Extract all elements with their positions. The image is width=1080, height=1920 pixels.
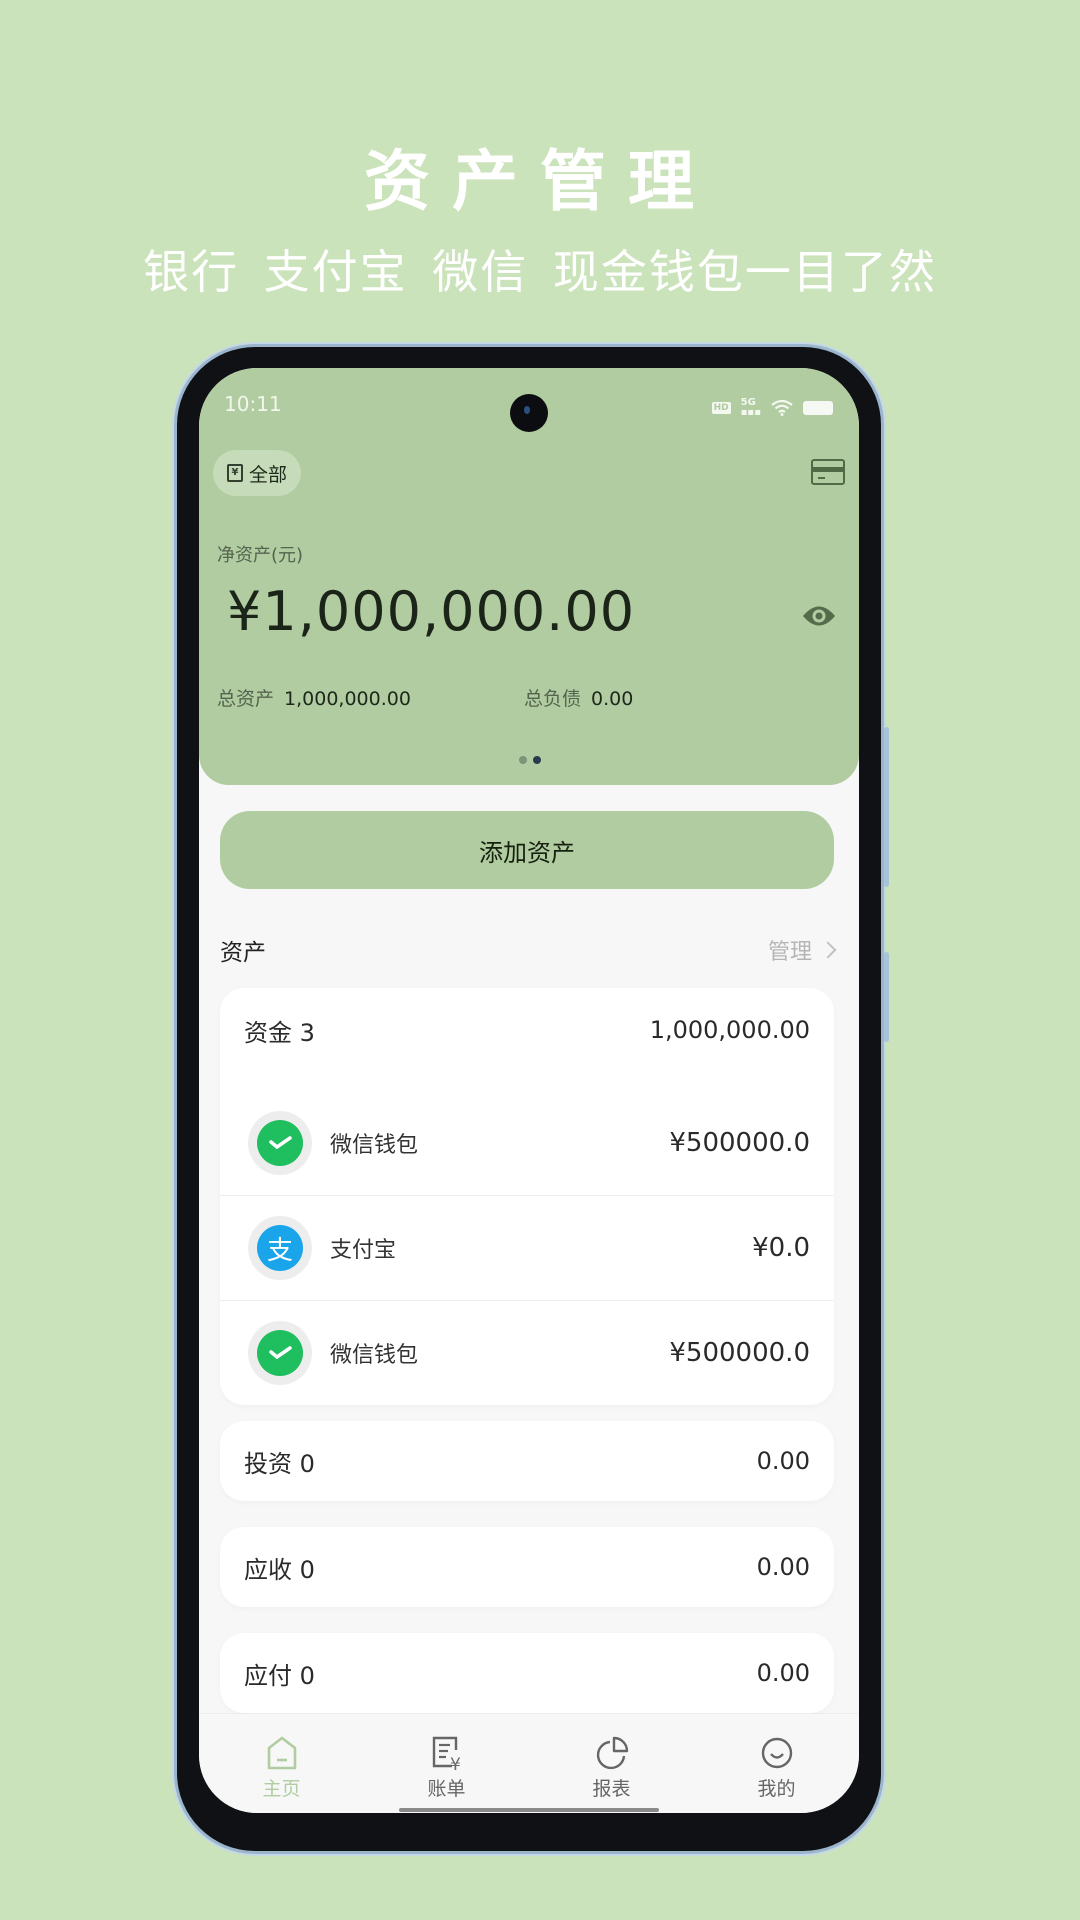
- wechat-icon: [248, 1321, 312, 1385]
- wallet-icon: ¥: [227, 464, 243, 482]
- promo-title: 资产管理: [364, 143, 716, 220]
- group-total: 0.00: [756, 1447, 810, 1475]
- asset-summary: 总资产 1,000,000.00 总负债 0.00: [217, 684, 633, 711]
- account-name: 支付宝: [330, 1238, 397, 1263]
- manage-link[interactable]: 管理: [767, 934, 837, 966]
- tab-reports[interactable]: 报表: [529, 1714, 694, 1813]
- wechat-icon: [248, 1110, 312, 1175]
- group-name: 应付 0: [244, 1661, 315, 1690]
- total-assets-value: 1,000,000.00: [284, 688, 411, 710]
- assets-section-header: 资产 管理: [220, 933, 837, 967]
- chevron-right-icon: [819, 941, 837, 959]
- phone-frame: 10:11 HD 5G ▪▪▪ ¥ 全部 净资产(元) ¥1,000,000.0…: [177, 347, 889, 1851]
- credit-card-icon[interactable]: [811, 459, 845, 485]
- smiley-icon: [761, 1737, 792, 1769]
- account-name: 微信钱包: [330, 1343, 419, 1368]
- account-amount: ¥0.0: [752, 1233, 810, 1263]
- home-indicator[interactable]: [399, 1808, 659, 1812]
- page-indicator: [519, 756, 541, 764]
- group-name: 应收 0: [244, 1555, 315, 1584]
- tab-label: 报表: [592, 1778, 631, 1800]
- net-assets-value: ¥1,000,000.00: [227, 580, 636, 643]
- asset-group-card[interactable]: 应收 0 0.00: [220, 1527, 834, 1607]
- volume-button: [884, 727, 889, 887]
- asset-group-header[interactable]: 投资 0 0.00: [220, 1421, 834, 1501]
- home-icon: [267, 1736, 296, 1770]
- signal-icon: 5G ▪▪▪: [740, 397, 761, 418]
- asset-group-card[interactable]: 应付 0 0.00: [220, 1633, 834, 1713]
- tab-profile[interactable]: 我的: [694, 1714, 859, 1813]
- wifi-icon: [771, 400, 793, 416]
- account-amount: ¥500000.0: [669, 1338, 810, 1368]
- tab-label: 我的: [757, 1778, 796, 1800]
- hd-icon: HD: [711, 402, 731, 414]
- network-type: 5G: [740, 397, 756, 408]
- net-assets-label: 净资产(元): [217, 545, 304, 566]
- battery-icon: [803, 401, 833, 415]
- tab-label: 账单: [427, 1778, 466, 1800]
- bill-icon: ¥: [432, 1736, 461, 1772]
- asset-group-header[interactable]: 资金 3 1,000,000.00: [220, 988, 834, 1072]
- net-assets-header: 10:11 HD 5G ▪▪▪ ¥ 全部 净资产(元) ¥1,000,000.0…: [199, 368, 859, 785]
- page-dot[interactable]: [519, 756, 527, 764]
- tab-label: 主页: [262, 1778, 301, 1800]
- tab-bills[interactable]: ¥ 账单: [364, 1714, 529, 1813]
- eye-icon[interactable]: [801, 603, 837, 629]
- tab-home[interactable]: 主页: [199, 1714, 364, 1813]
- group-total: 0.00: [756, 1659, 810, 1687]
- add-asset-button[interactable]: 添加资产: [220, 811, 834, 889]
- asset-group-card: 资金 3 1,000,000.00 微信钱包 ¥500000.0 支 支付宝 ¥…: [220, 988, 834, 1405]
- account-amount: ¥500000.0: [669, 1127, 810, 1158]
- bottom-tab-bar: 主页 ¥ 账单 报表 我的: [199, 1713, 859, 1813]
- account-row[interactable]: 微信钱包 ¥500000.0: [220, 1300, 834, 1405]
- promo-subtitle: 银行 支付宝 微信 现金钱包一目了然: [143, 245, 937, 299]
- account-name: 微信钱包: [330, 1132, 419, 1158]
- svg-text:¥: ¥: [450, 1755, 461, 1772]
- status-time: 10:11: [224, 392, 282, 416]
- group-name: 资金 3: [244, 1018, 315, 1047]
- pie-chart-icon: [596, 1736, 628, 1770]
- page-dot-active[interactable]: [533, 756, 541, 764]
- alipay-glyph: 支: [257, 1225, 303, 1271]
- total-assets-label: 总资产: [217, 688, 275, 710]
- asset-group-header[interactable]: 应付 0 0.00: [220, 1633, 834, 1713]
- group-total: 0.00: [756, 1553, 810, 1581]
- group-name: 投资 0: [244, 1449, 315, 1478]
- app-screen: 10:11 HD 5G ▪▪▪ ¥ 全部 净资产(元) ¥1,000,000.0…: [199, 368, 859, 1813]
- filter-chip-label: 全部: [249, 463, 288, 486]
- alipay-icon: 支: [248, 1216, 312, 1280]
- total-liabilities-label: 总负债: [524, 688, 582, 710]
- power-button: [884, 952, 889, 1042]
- asset-group-card[interactable]: 投资 0 0.00: [220, 1421, 834, 1501]
- account-row[interactable]: 微信钱包 ¥500000.0: [220, 1090, 834, 1195]
- total-liabilities-value: 0.00: [591, 688, 634, 710]
- manage-label: 管理: [767, 940, 812, 965]
- group-total: 1,000,000.00: [649, 1016, 810, 1044]
- assets-section-title: 资产: [220, 940, 266, 966]
- front-camera: [510, 394, 548, 432]
- account-row[interactable]: 支 支付宝 ¥0.0: [220, 1195, 834, 1300]
- asset-group-header[interactable]: 应收 0 0.00: [220, 1527, 834, 1607]
- status-icons: HD 5G ▪▪▪: [711, 397, 833, 418]
- account-filter-chip[interactable]: ¥ 全部: [213, 450, 302, 496]
- status-bar: 10:11 HD 5G ▪▪▪: [199, 390, 859, 432]
